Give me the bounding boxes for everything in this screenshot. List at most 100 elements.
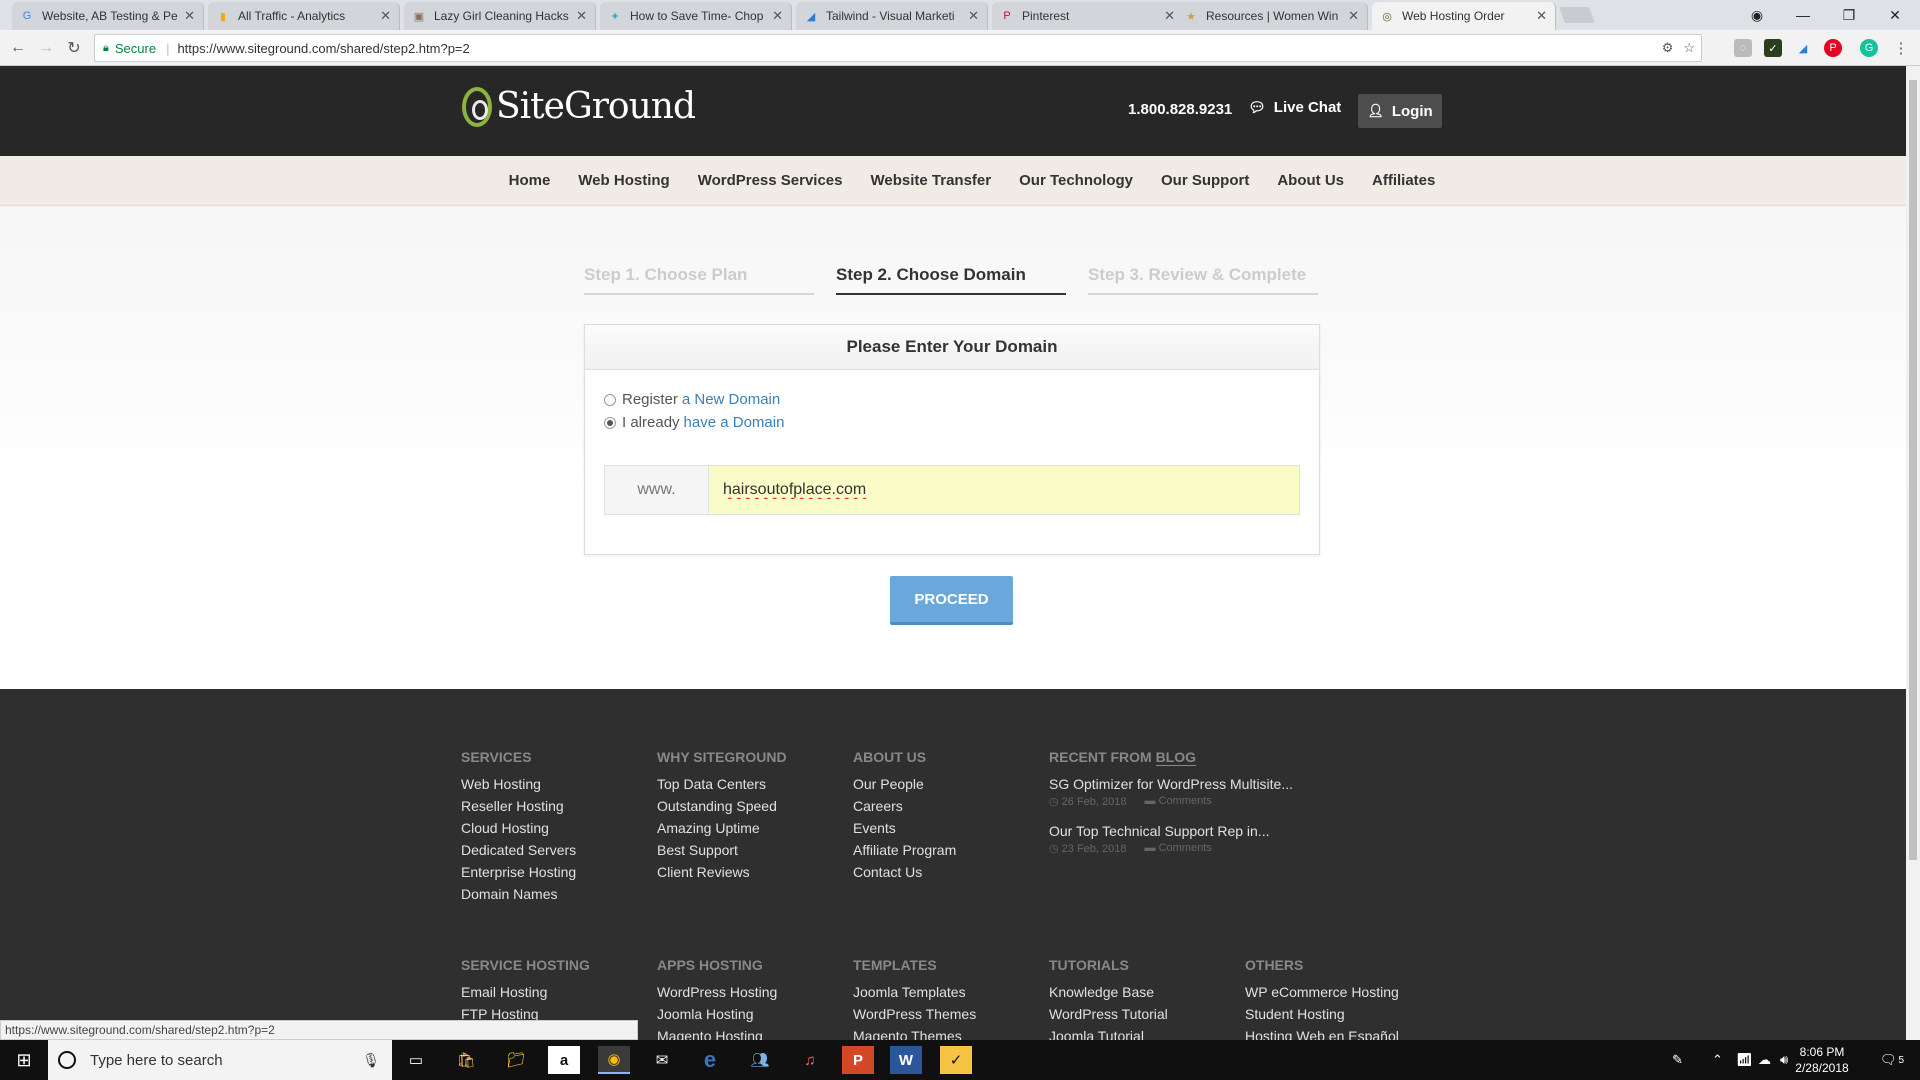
existing-radio[interactable] [604,416,616,429]
footer-link[interactable]: Best Support [657,839,787,861]
blog-post-title[interactable]: SG Optimizer for WordPress Multisite... [1049,773,1309,795]
word-icon[interactable]: W [890,1046,922,1074]
browser-tab[interactable]: P Pinterest ✕ [992,2,1184,30]
footer-link[interactable]: Dedicated Servers [461,839,576,861]
people-icon[interactable]: 👥︎ [744,1046,776,1074]
tab-close-icon[interactable]: ✕ [772,8,783,24]
footer-link[interactable]: WP eCommerce Hosting [1245,981,1399,1003]
footer-link[interactable]: Email Hosting [461,981,590,1003]
footer-link[interactable]: Amazing Uptime [657,817,787,839]
siteground-logo[interactable]: SiteGround [462,86,696,127]
nav-item-home[interactable]: Home [509,172,551,189]
footer-link[interactable]: Web Hosting [461,773,576,795]
tab-close-icon[interactable]: ✕ [968,8,979,24]
nav-item-website-transfer[interactable]: Website Transfer [871,172,992,189]
nav-item-wordpress-services[interactable]: WordPress Services [698,172,843,189]
translate-icon[interactable]: ⚙ [1662,40,1674,56]
blog-comments[interactable]: ▬ Comments [1145,842,1212,855]
tab-close-icon[interactable]: ✕ [1536,8,1547,24]
footer-link[interactable]: Enterprise Hosting [461,861,576,883]
back-icon[interactable]: ← [6,36,30,60]
microphone-icon[interactable]: 🎙︎ [362,1052,380,1069]
footer-link[interactable]: Contact Us [853,861,956,883]
browser-tab[interactable]: ◎ Web Hosting Order ✕ [1372,2,1556,30]
footer-link[interactable]: Client Reviews [657,861,787,883]
footer-link[interactable]: Knowledge Base [1049,981,1168,1003]
store-icon[interactable]: 🛍︎ [450,1046,482,1074]
footer-link[interactable]: Top Data Centers [657,773,787,795]
itunes-icon[interactable]: ♫ [794,1046,826,1074]
taskbar-clock[interactable]: 8:06 PM 2/28/2018 [1784,1044,1860,1076]
extension-gray-icon[interactable]: ◌ [1734,39,1752,57]
file-explorer-icon[interactable]: 📁︎ [500,1046,532,1074]
login-button[interactable]: 👤︎ Login [1358,94,1442,128]
windows-start-icon[interactable]: ⊞ [0,1040,48,1080]
tray-chevron-icon[interactable]: ⌃ [1712,1040,1723,1080]
domain-input[interactable] [709,466,1299,514]
minimize-icon[interactable]: — [1780,0,1826,30]
existing-domain-option[interactable]: I already have a Domain [604,414,784,431]
edge-icon[interactable]: e [694,1046,726,1074]
nav-item-web-hosting[interactable]: Web Hosting [578,172,669,189]
browser-tab[interactable]: ✦ How to Save Time- Chop ✕ [600,2,792,30]
tab-close-icon[interactable]: ✕ [380,8,391,24]
register-radio[interactable] [604,393,616,406]
browser-tab[interactable]: ★ Resources | Women Win ✕ [1176,2,1368,30]
register-link[interactable]: a New Domain [682,391,780,408]
nav-item-our-support[interactable]: Our Support [1161,172,1249,189]
amazon-icon[interactable]: a [548,1046,580,1074]
existing-link[interactable]: have a Domain [684,414,785,431]
footer-link[interactable]: Joomla Templates [853,981,976,1003]
footer-link[interactable]: Affiliate Program [853,839,956,861]
extension-check-icon[interactable]: ✓ [1764,39,1782,57]
step-choose-plan[interactable]: Step 1. Choose Plan [584,265,814,295]
nav-item-about-us[interactable]: About Us [1277,172,1344,189]
footer-link[interactable]: Reseller Hosting [461,795,576,817]
footer-link[interactable]: Our People [853,773,956,795]
address-bar[interactable]: 🔒︎ Secure | https://www.siteground.com/s… [94,34,1702,62]
browser-tab[interactable]: ◢ Tailwind - Visual Marketi ✕ [796,2,988,30]
tray-wifi-icon[interactable]: 📶︎ [1736,1040,1753,1080]
extension-grammarly-icon[interactable]: G [1860,39,1878,57]
tab-close-icon[interactable]: ✕ [576,8,587,24]
footer-link[interactable]: Outstanding Speed [657,795,787,817]
nav-item-our-technology[interactable]: Our Technology [1019,172,1133,189]
tab-close-icon[interactable]: ✕ [1164,8,1175,24]
register-new-domain-option[interactable]: Register a New Domain [604,391,780,408]
profile-icon[interactable]: ◉ [1734,0,1780,30]
task-view-icon[interactable]: ▭ [400,1046,432,1074]
taskbar-search[interactable]: Type here to search 🎙︎ [48,1040,392,1080]
footer-link[interactable]: WordPress Hosting [657,981,777,1003]
footer-link[interactable]: Events [853,817,956,839]
browser-tab[interactable]: ▮ All Traffic - Analytics ✕ [208,2,400,30]
live-chat-link[interactable]: 💬︎ Live Chat [1248,99,1341,116]
browser-tab[interactable]: ▣ Lazy Girl Cleaning Hacks ✕ [404,2,596,30]
norton-icon[interactable]: ✓ [940,1046,972,1074]
new-tab-button[interactable] [1559,7,1595,23]
mail-icon[interactable]: ✉ [646,1046,678,1074]
blog-heading-link[interactable]: BLOG [1155,749,1197,766]
footer-link[interactable]: WordPress Themes [853,1003,976,1025]
powerpoint-icon[interactable]: P [842,1046,874,1074]
restore-icon[interactable]: ❐ [1826,0,1872,30]
page-scrollbar[interactable] [1906,66,1920,1040]
tab-close-icon[interactable]: ✕ [1348,8,1359,24]
footer-link[interactable]: Student Hosting [1245,1003,1399,1025]
tray-pen-icon[interactable]: ✎ [1672,1040,1683,1080]
notification-icon[interactable]: 🗨︎ 5 [1880,1040,1904,1080]
footer-link[interactable]: Careers [853,795,956,817]
reload-icon[interactable]: ↻ [62,36,86,60]
footer-link[interactable]: Cloud Hosting [461,817,576,839]
blog-post-title[interactable]: Our Top Technical Support Rep in... [1049,820,1309,842]
bookmark-star-icon[interactable]: ☆ [1683,40,1695,56]
footer-link[interactable]: Joomla Hosting [657,1003,777,1025]
chrome-icon[interactable]: ◉ [598,1046,630,1074]
extension-pinterest-icon[interactable]: P [1824,39,1842,57]
menu-icon[interactable]: ⋮ [1892,39,1910,57]
tab-close-icon[interactable]: ✕ [184,8,195,24]
close-window-icon[interactable]: ✕ [1872,0,1918,30]
nav-item-affiliates[interactable]: Affiliates [1372,172,1435,189]
scrollbar-thumb[interactable] [1909,80,1917,860]
browser-tab[interactable]: G Website, AB Testing & Pe ✕ [12,2,204,30]
footer-link[interactable]: WordPress Tutorial [1049,1003,1168,1025]
